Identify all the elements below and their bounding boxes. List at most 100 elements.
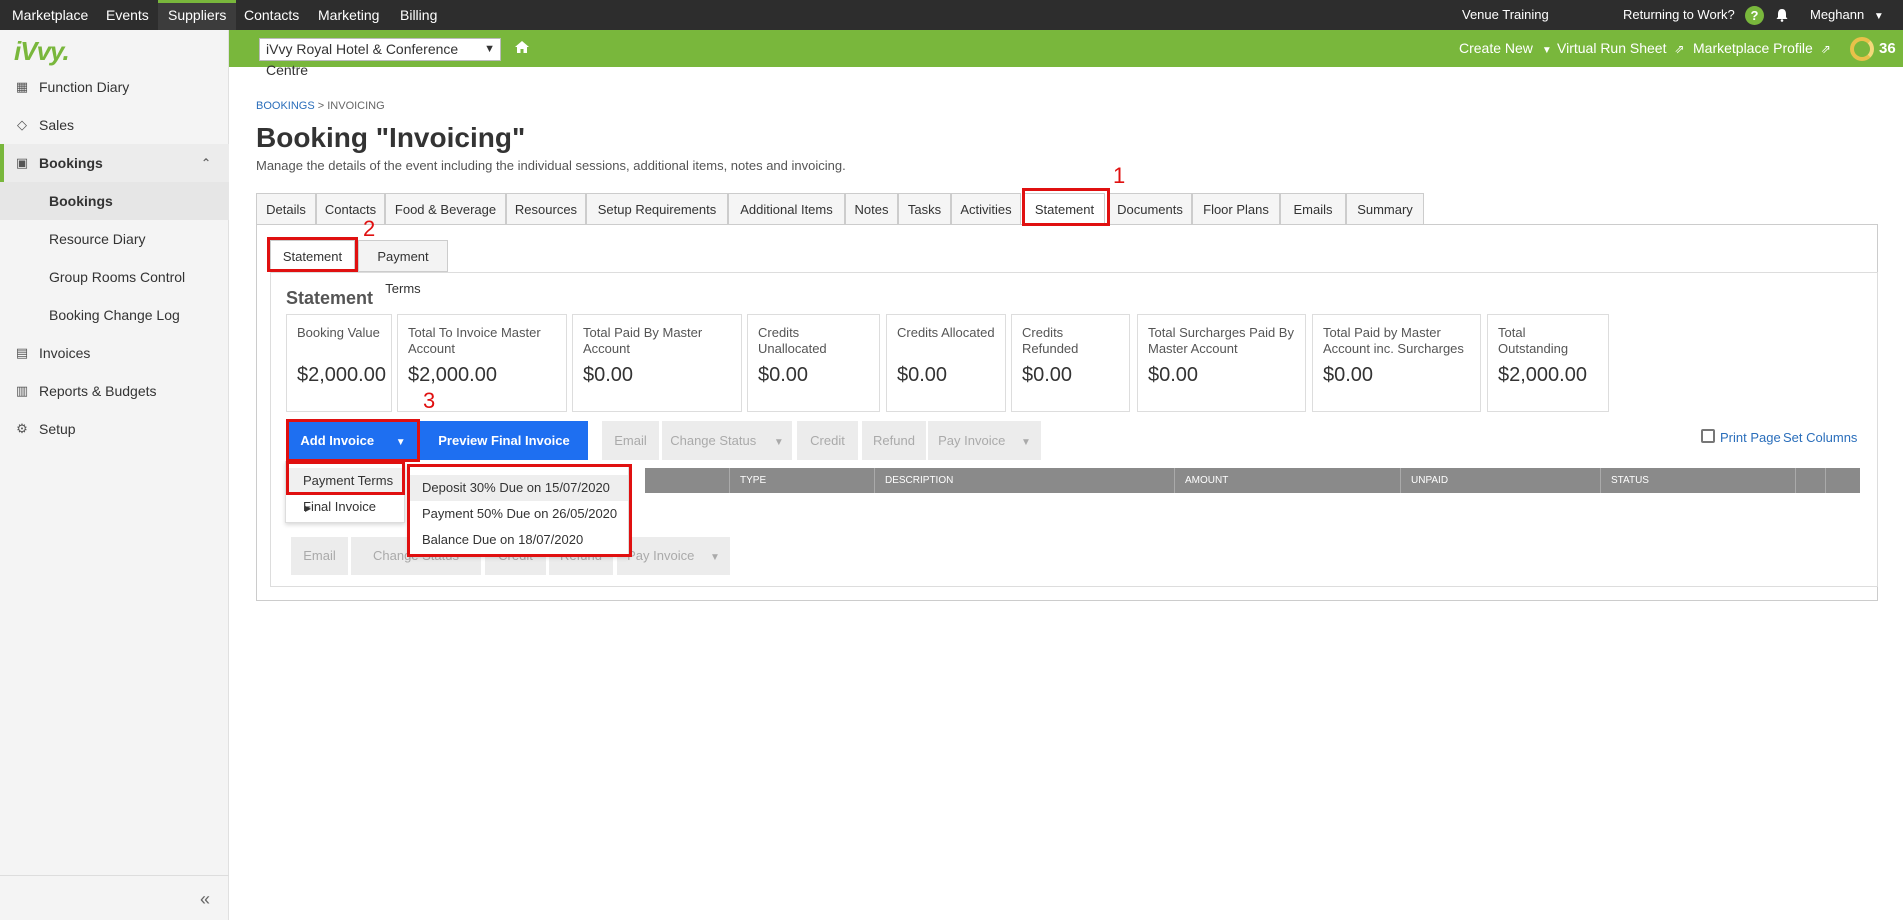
sales-icon: ◇ [17,117,27,132]
create-new-dropdown[interactable]: Create New ▼ [1459,30,1552,67]
summary-card: Total Paid By Master Account $0.00 [572,314,742,412]
tab-food-beverage[interactable]: Food & Beverage [385,193,506,224]
sidebar-item-label: Group Rooms Control [49,269,186,285]
invoice-icon: ▤ [15,345,29,360]
pay-invoice-button[interactable]: Pay Invoice ▼ [928,421,1041,460]
credit-button[interactable]: Credit [797,421,858,460]
sidebar-subitem-resource-diary[interactable]: Resource Diary [0,220,229,258]
breadcrumb-bookings-link[interactable]: BOOKINGS [256,100,315,112]
highlight-statement-tab [1022,188,1110,226]
sidebar: iVvy. ▦ Function Diary ◇ Sales ▣ Booking… [0,30,229,920]
print-page-link[interactable]: Print Page [1720,430,1781,445]
venue-select[interactable]: iVvy Royal Hotel & Conference Centre ▼ [259,38,501,78]
score-ring-icon[interactable] [1850,37,1874,61]
chevron-down-icon: ▼ [773,437,784,448]
venue-training-link[interactable]: Venue Training [1462,0,1549,30]
highlight-submenu [407,464,632,557]
top-navigation-bar: Marketplace Events Suppliers Contacts Ma… [0,0,1903,30]
card-label: Credits Unallocated [758,325,827,356]
card-label: Total Outstanding [1498,325,1569,356]
external-link-icon: ⇗ [1674,42,1685,56]
card-value: $0.00 [1148,364,1199,386]
summary-card: Total Paid by Master Account inc. Surcha… [1312,314,1481,412]
tab-emails[interactable]: Emails [1280,193,1346,224]
set-columns-link[interactable]: Set Columns [1783,430,1857,445]
tab-notes[interactable]: Notes [845,193,898,224]
virtual-run-sheet-label: Virtual Run Sheet [1557,40,1667,56]
sidebar-item-label: Bookings [49,193,113,209]
card-value: $0.00 [758,364,809,386]
marketplace-profile-link[interactable]: Marketplace Profile ⇗ [1693,30,1831,67]
column-description[interactable]: DESCRIPTION [874,468,1174,493]
tab-additional-items[interactable]: Additional Items [728,193,845,224]
tab-floor-plans[interactable]: Floor Plans [1192,193,1280,224]
chevron-down-icon: ▼ [1873,11,1884,22]
chart-icon: ▥ [15,383,29,398]
sidebar-item-sales[interactable]: ◇ Sales [0,106,229,144]
returning-to-work-link[interactable]: Returning to Work? [1623,0,1735,30]
summary-card: Total Outstanding $2,000.00 [1487,314,1609,412]
card-label: Total Surcharges Paid By Master Account [1148,325,1294,356]
page-subtitle: Manage the details of the event includin… [256,158,846,173]
refund-button[interactable]: Refund [862,421,926,460]
change-status-button[interactable]: Change Status ▼ [662,421,792,460]
sidebar-item-reports-budgets[interactable]: ▥ Reports & Budgets [0,372,229,410]
card-label: Total To Invoice Master Account [408,325,541,356]
nav-contacts[interactable]: Contacts [244,0,299,30]
email-button[interactable]: Email [602,421,659,460]
user-menu[interactable]: Meghann ▼ [1810,0,1884,30]
tab-documents[interactable]: Documents [1108,193,1192,224]
preview-final-invoice-button[interactable]: Preview Final Invoice [420,421,588,460]
column-select [1825,468,1860,493]
sidebar-item-invoices[interactable]: ▤ Invoices [0,334,229,372]
home-icon[interactable] [514,40,530,54]
menu-item-final-invoice[interactable]: Final Invoice [286,494,404,520]
tab-setup-requirements[interactable]: Setup Requirements [586,193,728,224]
card-label: Credits Refunded [1022,325,1079,356]
breadcrumb-current: INVOICING [327,100,385,112]
nav-marketing[interactable]: Marketing [318,0,379,30]
sidebar-item-bookings[interactable]: ▣ Bookings ⌃ [0,144,229,182]
column-amount[interactable]: AMOUNT [1174,468,1400,493]
tab-tasks[interactable]: Tasks [898,193,951,224]
collapse-sidebar-icon[interactable]: « [200,889,210,910]
email-button-secondary[interactable]: Email [291,537,348,575]
chevron-down-icon: ▼ [1020,437,1031,448]
printer-icon[interactable] [1701,429,1715,443]
sidebar-subitem-bookings[interactable]: Bookings [0,182,229,220]
help-icon[interactable]: ? [1745,6,1764,25]
ivvy-logo[interactable]: iVvy. [14,36,70,67]
briefcase-icon: ▣ [15,155,29,170]
virtual-run-sheet-link[interactable]: Virtual Run Sheet ⇗ [1557,30,1684,67]
card-label: Total Paid By Master Account [583,325,703,356]
card-label: Booking Value [297,325,380,340]
card-value: $0.00 [583,364,634,386]
tab-activities[interactable]: Activities [951,193,1021,224]
step-number: 2 [363,216,376,241]
sidebar-subitem-group-rooms-control[interactable]: Group Rooms Control [0,258,229,296]
tab-resources[interactable]: Resources [506,193,586,224]
sidebar-item-setup[interactable]: ⚙ Setup [0,410,229,448]
column-unpaid[interactable]: UNPAID [1400,468,1600,493]
subtab-payment-terms[interactable]: Payment Terms [358,240,448,296]
sidebar-subitem-booking-change-log[interactable]: Booking Change Log [0,296,229,334]
nav-events[interactable]: Events [106,0,149,30]
sidebar-item-label: Sales [39,117,75,133]
pay-invoice-label: Pay Invoice [627,548,695,563]
pay-invoice-button-secondary[interactable]: Pay Invoice ▼ [617,537,730,575]
nav-suppliers[interactable]: Suppliers [158,0,237,30]
bell-icon[interactable] [1775,8,1789,22]
tab-details[interactable]: Details [256,193,316,224]
pay-invoice-label: Pay Invoice [938,433,1006,448]
column-type[interactable]: TYPE [729,468,874,493]
card-value: $0.00 [1022,364,1073,386]
chevron-down-icon: ▼ [1541,45,1552,56]
sidebar-item-function-diary[interactable]: ▦ Function Diary [0,68,229,106]
nav-billing[interactable]: Billing [400,0,437,30]
tab-summary[interactable]: Summary [1346,193,1424,224]
summary-card: Booking Value $2,000.00 [286,314,392,412]
highlight-statement-subtab [267,237,358,272]
column-status[interactable]: STATUS [1600,468,1795,493]
create-new-label: Create New [1459,40,1533,56]
nav-marketplace[interactable]: Marketplace [12,0,88,30]
